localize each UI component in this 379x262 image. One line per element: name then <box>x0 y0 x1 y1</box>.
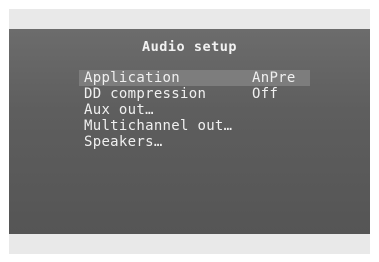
menu-item-value: AnPre <box>252 70 296 86</box>
menu-item-label: Speakers… <box>84 134 163 150</box>
menu-item-speakers[interactable]: Speakers… <box>84 134 324 150</box>
menu-item-dd-compression[interactable]: DD compression Off <box>84 86 324 102</box>
osd-screen: Audio setup Application AnPre DD compres… <box>9 29 370 234</box>
audio-setup-menu: Application AnPre DD compression Off Aux… <box>79 70 324 150</box>
menu-item-label: DD compression <box>84 86 207 102</box>
letterbox-bottom <box>9 234 370 254</box>
menu-item-label: Application <box>84 70 181 86</box>
menu-title: Audio setup <box>142 39 237 55</box>
menu-item-application[interactable]: Application AnPre <box>79 70 310 86</box>
menu-item-multichannel-out[interactable]: Multichannel out… <box>84 118 324 134</box>
menu-item-value: Off <box>252 86 279 102</box>
letterbox-top <box>9 9 370 29</box>
menu-item-aux-out[interactable]: Aux out… <box>84 102 324 118</box>
menu-item-label: Aux out… <box>84 102 154 118</box>
menu-item-label: Multichannel out… <box>84 118 233 134</box>
tv-screen-frame: Audio setup Application AnPre DD compres… <box>9 9 370 254</box>
